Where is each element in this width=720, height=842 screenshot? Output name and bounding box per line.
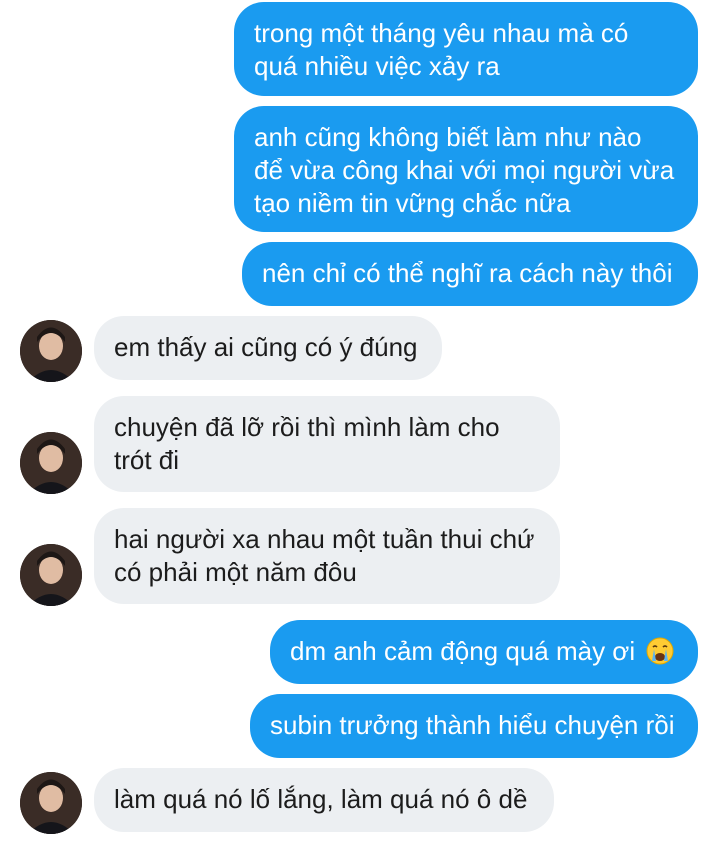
message-text-line: subin trưởng thành hiểu chuyện rồi xyxy=(270,710,675,740)
message-text-line: để vừa công khai với mọi người vừa xyxy=(254,155,675,185)
message-text-line: em thấy ai cũng có ý đúng xyxy=(114,332,418,362)
message-text-line: hai người xa nhau một tuần thui chứ xyxy=(114,524,535,554)
message-text-line: trong một tháng yêu nhau mà có xyxy=(254,18,629,48)
message-text-line: nên chỉ có thể nghĩ ra cách này thôi xyxy=(262,258,673,288)
contact-avatar[interactable] xyxy=(20,432,82,494)
message-bubble-outgoing[interactable]: trong một tháng yêu nhau mà có quá nhiều… xyxy=(234,2,698,96)
message-bubble-outgoing[interactable]: nên chỉ có thể nghĩ ra cách này thôi xyxy=(242,242,698,306)
message-bubble-incoming[interactable]: làm quá nó lố lắng, làm quá nó ô dề xyxy=(94,768,554,832)
message-bubble-incoming[interactable]: chuyện đã lỡ rồi thì mình làm cho trót đ… xyxy=(94,396,560,492)
message-text-line: anh cũng không biết làm như nào xyxy=(254,122,642,152)
message-bubble-outgoing[interactable]: anh cũng không biết làm như nào để vừa c… xyxy=(234,106,698,232)
message-text-line: quá nhiều việc xảy ra xyxy=(254,51,500,81)
crying-face-icon xyxy=(646,637,674,665)
avatar-photo-icon xyxy=(20,432,82,494)
message-bubble-incoming[interactable]: hai người xa nhau một tuần thui chứ có p… xyxy=(94,508,560,604)
message-bubble-incoming[interactable]: em thấy ai cũng có ý đúng xyxy=(94,316,442,380)
contact-avatar[interactable] xyxy=(20,320,82,382)
message-text-line: dm anh cảm động quá mày ơi xyxy=(290,636,636,666)
avatar-photo-icon xyxy=(20,544,82,606)
message-bubble-outgoing[interactable]: dm anh cảm động quá mày ơi xyxy=(270,620,698,684)
message-text-line: chuyện đã lỡ rồi thì mình làm cho xyxy=(114,412,500,442)
avatar-photo-icon xyxy=(20,320,82,382)
message-text-line: tạo niềm tin vững chắc nữa xyxy=(254,188,571,218)
message-text-line: trót đi xyxy=(114,445,180,475)
message-bubble-outgoing[interactable]: subin trưởng thành hiểu chuyện rồi xyxy=(250,694,698,758)
contact-avatar[interactable] xyxy=(20,772,82,834)
message-text-line: làm quá nó lố lắng, làm quá nó ô dề xyxy=(114,784,528,814)
contact-avatar[interactable] xyxy=(20,544,82,606)
avatar-photo-icon xyxy=(20,772,82,834)
message-text-line: có phải một năm đôu xyxy=(114,557,357,587)
